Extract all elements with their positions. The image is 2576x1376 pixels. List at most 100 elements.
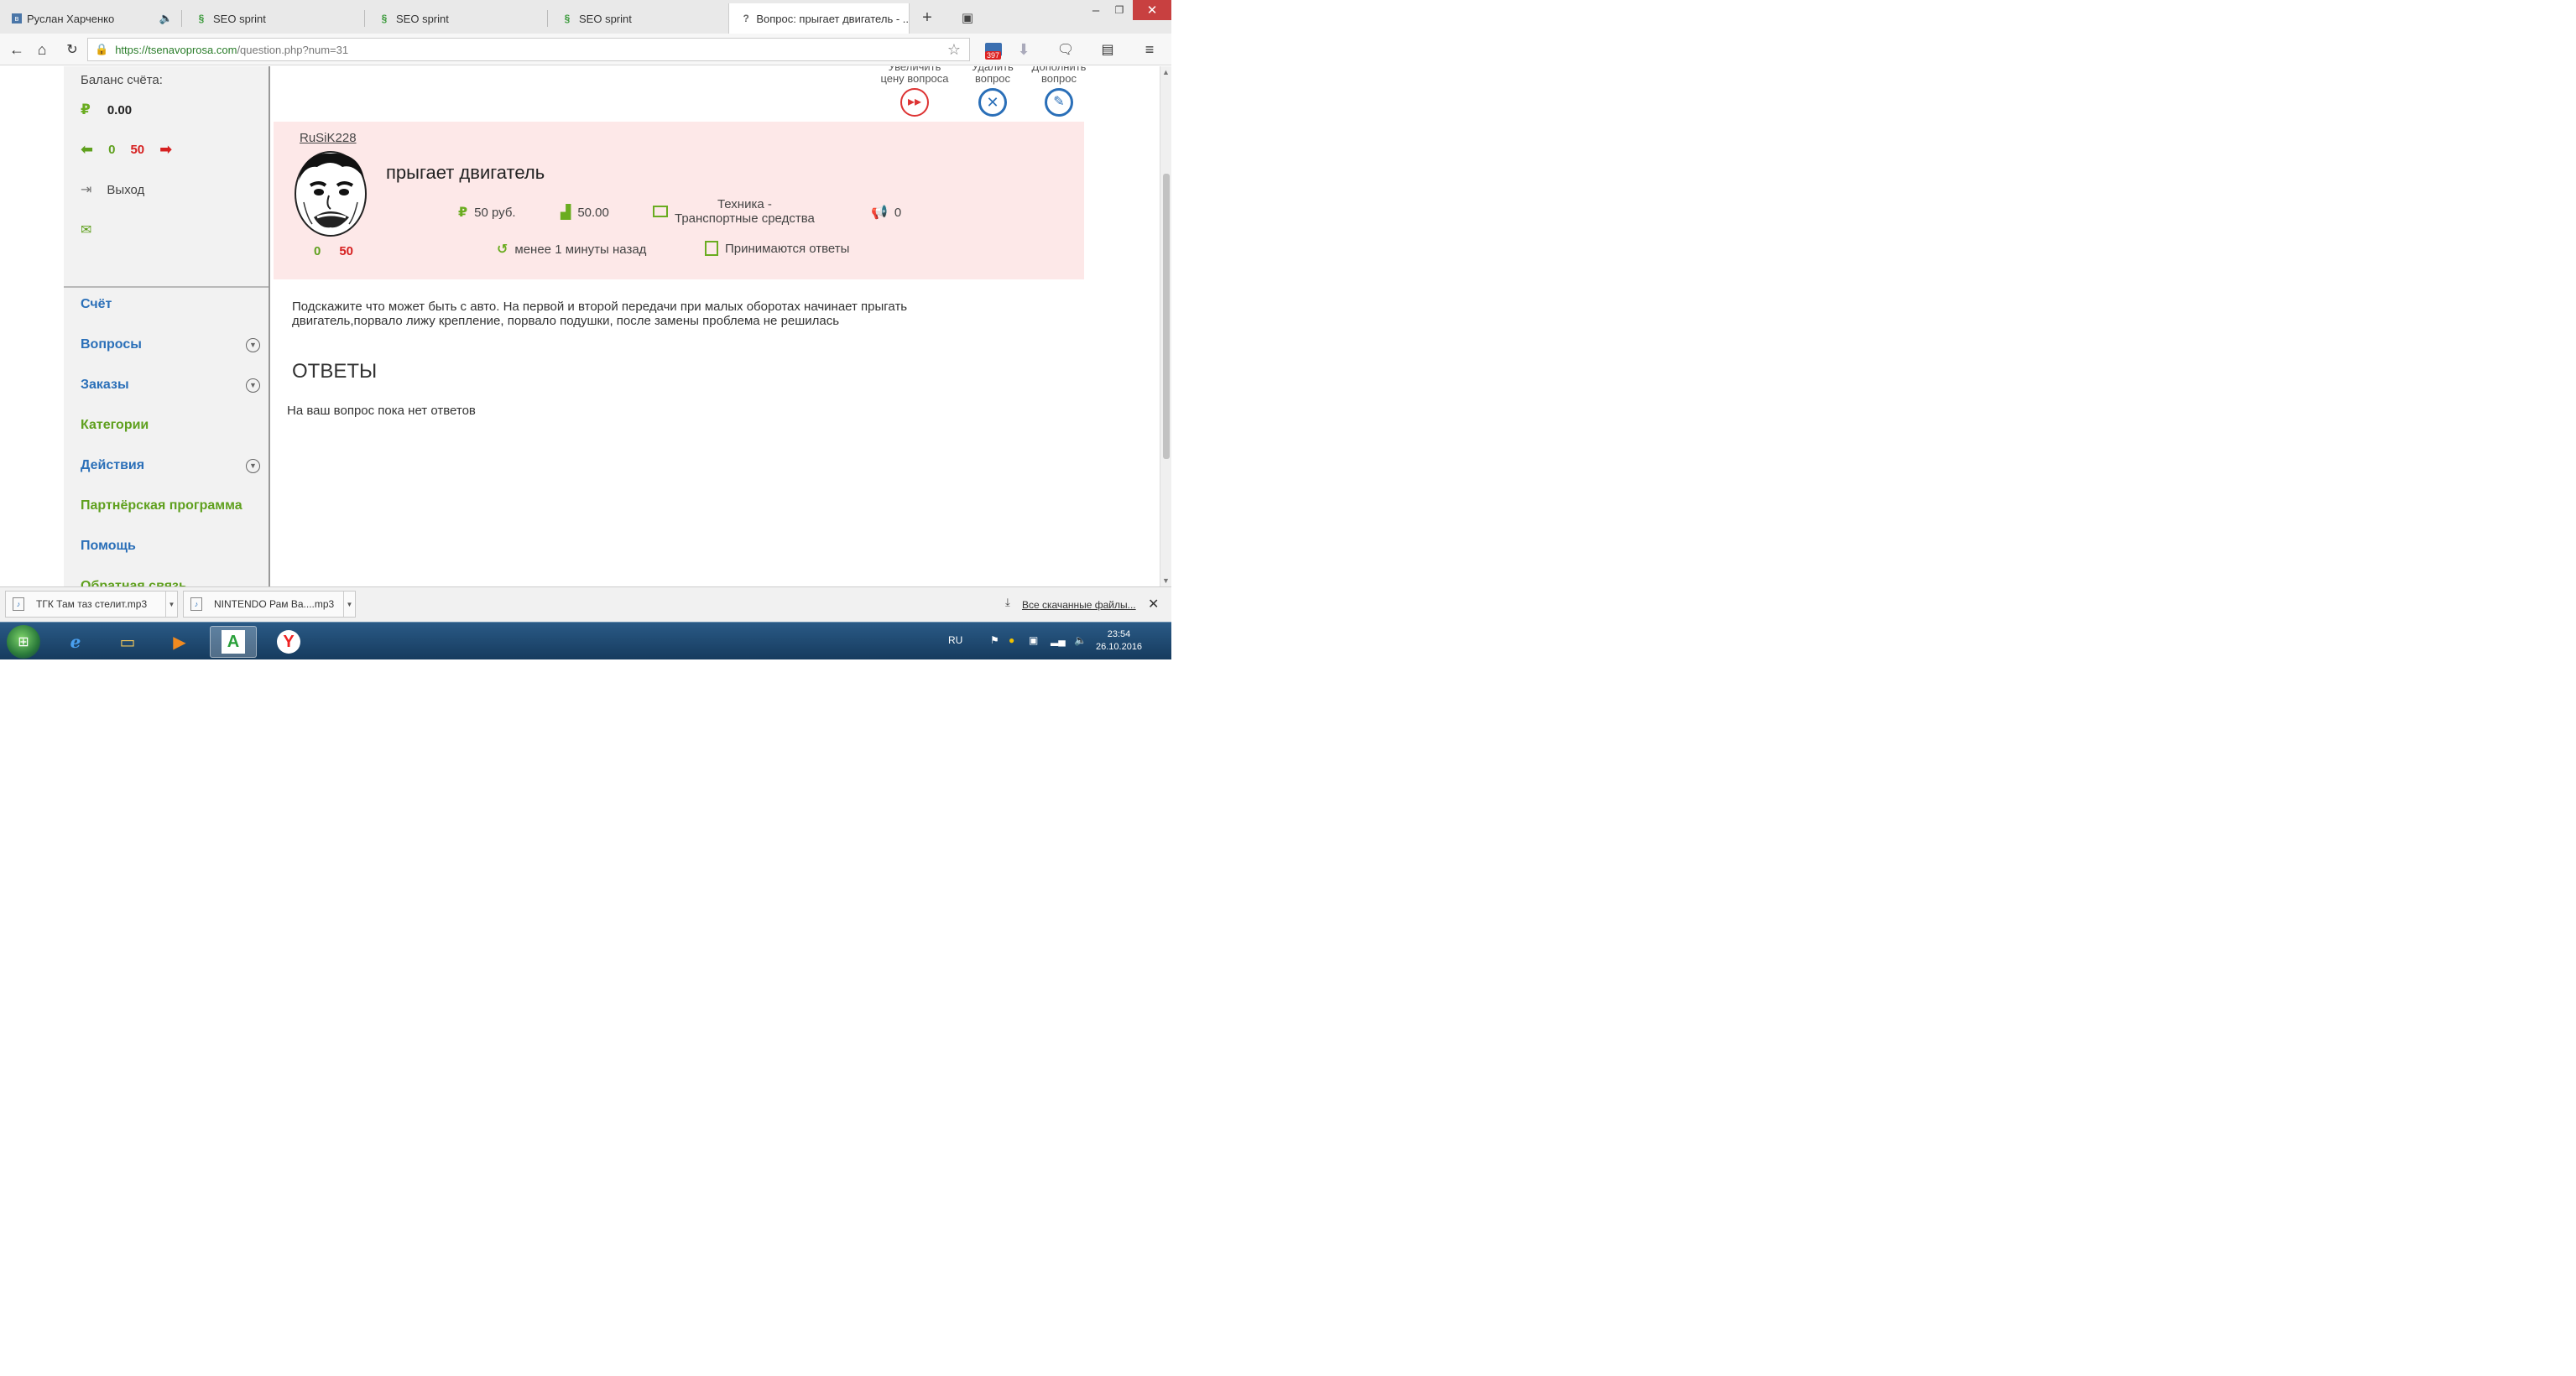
question-rating: ▟ 50.00 (561, 205, 609, 221)
seo-sprint-icon: § (198, 13, 205, 24)
menu-item-affiliate[interactable]: Партнёрская программа (81, 498, 260, 513)
author-avatar[interactable] (292, 147, 369, 237)
mail-extension-button[interactable]: 397 (983, 39, 1004, 60)
close-download-bar-icon[interactable]: ✕ (1148, 596, 1159, 612)
yandex-browser-icon[interactable]: Y (265, 626, 312, 658)
question-card: RuSiK228 0 50 прыгает двигатель ₽ 50 руб… (274, 122, 1084, 279)
author-link[interactable]: RuSiK228 (300, 131, 357, 145)
internet-explorer-icon[interactable]: ℯ (52, 626, 99, 658)
menu-item-categories[interactable]: Категории (81, 418, 260, 433)
start-button[interactable]: ⊞ (7, 625, 40, 659)
history-icon: ↺ (497, 242, 508, 257)
language-indicator[interactable]: RU (948, 634, 962, 646)
ruble-icon: ₽ (81, 102, 91, 117)
download-arrow-icon: ⤓ (1005, 596, 1010, 608)
audio-file-icon: ♪ (13, 597, 24, 611)
menu-item-account[interactable]: Счёт (81, 297, 260, 312)
browser-nav-bar: ← ⌂ ↻ 🔒 https://tsenavoprosa.com/questio… (0, 34, 1171, 65)
sidebar-votes: ⬅ 0 50 ➡ (81, 141, 172, 159)
page-scrollbar[interactable]: ▲ ▼ (1160, 66, 1171, 586)
url-host: https://tsenavoprosa.com (115, 43, 237, 56)
question-category[interactable]: Техника - Транспортные средства (653, 197, 815, 226)
rating-bars-icon: ▟ (561, 206, 571, 220)
seo-sprint-icon: § (564, 13, 571, 24)
tab-seo-sprint-1[interactable]: § SEO sprint (183, 3, 362, 34)
restore-button[interactable]: ❐ (1109, 0, 1129, 20)
tab-manager-icon[interactable]: ▣ (957, 7, 978, 29)
back-button[interactable]: ← (7, 39, 27, 60)
lock-icon: 🔒 (95, 43, 109, 55)
balance-row: ₽ 0.00 (81, 102, 132, 118)
sidebar: Баланс счёта: ₽ 0.00 ⬅ 0 50 ➡ ⇥ Выход ✉ … (64, 66, 270, 586)
status-icon (705, 241, 718, 256)
author-votes: 0 50 (314, 244, 354, 258)
file-explorer-icon[interactable]: ▭ (104, 626, 151, 658)
chevron-down-icon[interactable]: ▼ (246, 458, 260, 473)
menu-item-actions[interactable]: Действия ▼ (81, 458, 260, 473)
tab-question[interactable]: ? Вопрос: прыгает двигатель - .. (728, 3, 910, 34)
comments-icon[interactable]: 🗨 (1056, 39, 1076, 60)
menu-item-help[interactable]: Помощь (81, 539, 260, 554)
show-all-downloads-link[interactable]: Все скачанные файлы... (1022, 599, 1136, 611)
raise-price-button[interactable]: Увеличить цену вопроса ▸▸ (873, 66, 957, 117)
votes-minus: 50 (130, 143, 145, 157)
chevron-down-icon[interactable]: ▼ (343, 592, 355, 617)
balance-value: 0.00 (107, 102, 133, 117)
windows-taskbar: ⊞ ℯ ▭ ▶ A Y RU ⚑ ● ▣ ▂▄ 🔈 23:54 26.10.20… (0, 622, 1171, 659)
volume-icon[interactable]: 🔈 (1074, 634, 1087, 646)
chevron-down-icon[interactable]: ▼ (246, 337, 260, 352)
download-icon[interactable]: ⬇ (1014, 39, 1034, 60)
chevron-down-icon[interactable]: ▼ (165, 592, 177, 617)
device-icon[interactable]: ▣ (1029, 634, 1038, 646)
question-price: ₽ 50 руб. (458, 205, 516, 221)
arrow-right-icon: ➡ (159, 141, 173, 158)
menu-icon[interactable]: ≡ (1139, 39, 1160, 60)
add-to-question-button[interactable]: Дополнить вопрос ✎ (1027, 66, 1091, 117)
question-status: Принимаются ответы (705, 241, 849, 256)
logout-icon: ⇥ (81, 183, 92, 197)
system-clock[interactable]: 23:54 26.10.2016 (1096, 628, 1142, 654)
download-item-2[interactable]: ♪ NINTENDO Рам Ва....mp3 ▼ (183, 591, 356, 618)
menu-item-orders[interactable]: Заказы ▼ (81, 378, 260, 393)
delete-question-button[interactable]: Удалить вопрос ✕ (963, 66, 1022, 117)
reload-button[interactable]: ↻ (62, 39, 82, 60)
media-player-icon[interactable]: ▶ (156, 626, 203, 658)
browser-taskbar-button[interactable]: A (210, 626, 257, 658)
arrow-left-icon: ⬅ (81, 141, 94, 158)
ruble-icon: ₽ (458, 206, 468, 220)
chevron-down-icon[interactable]: ▼ (246, 378, 260, 393)
web-page: Баланс счёта: ₽ 0.00 ⬅ 0 50 ➡ ⇥ Выход ✉ … (0, 66, 1160, 586)
vk-icon: в (12, 13, 22, 23)
reader-mode-icon[interactable]: ▤ (1098, 39, 1118, 60)
logout-link[interactable]: ⇥ Выход (81, 181, 144, 198)
question-time: ↺ менее 1 минуты назад (497, 242, 647, 258)
scrollbar-thumb[interactable] (1163, 174, 1170, 459)
messages-icon[interactable]: ✉ (81, 222, 91, 238)
scroll-down-icon[interactable]: ▼ (1162, 576, 1170, 585)
votes-plus: 0 (108, 143, 116, 157)
balance-label: Баланс счёта: (81, 73, 163, 87)
edit-circle-icon: ✎ (1045, 88, 1073, 117)
new-tab-button[interactable]: + (916, 7, 938, 29)
network-icon[interactable]: ▂▄ (1051, 634, 1066, 646)
address-bar[interactable]: 🔒 https://tsenavoprosa.com/question.php?… (87, 38, 970, 61)
screen: в Руслан Харченко 🔈 § SEO sprint § SEO s… (0, 0, 1171, 659)
close-window-button[interactable]: ✕ (1133, 0, 1171, 20)
notification-icon[interactable]: ● (1009, 634, 1014, 646)
mute-icon: 🔈 (159, 12, 173, 24)
question-icon: ? (743, 13, 749, 24)
sidebar-divider (64, 286, 269, 288)
tab-seo-sprint-2[interactable]: § SEO sprint (366, 3, 545, 34)
bookmark-star-icon[interactable]: ☆ (947, 41, 961, 59)
home-button[interactable]: ⌂ (32, 39, 52, 60)
seo-sprint-icon: § (381, 13, 388, 24)
download-item-1[interactable]: ♪ ТГК Там таз стелит.mp3 ▼ (5, 591, 178, 618)
flag-icon[interactable]: ⚑ (990, 634, 999, 646)
scroll-up-icon[interactable]: ▲ (1162, 68, 1170, 76)
menu-item-feedback[interactable]: Обратная связь (81, 579, 260, 586)
tab-vk[interactable]: в Руслан Харченко 🔈 (0, 3, 180, 34)
menu-item-questions[interactable]: Вопросы ▼ (81, 337, 260, 352)
minimize-button[interactable]: – (1086, 0, 1106, 20)
tab-seo-sprint-3[interactable]: § SEO sprint (549, 3, 728, 34)
audio-file-icon: ♪ (190, 597, 202, 611)
